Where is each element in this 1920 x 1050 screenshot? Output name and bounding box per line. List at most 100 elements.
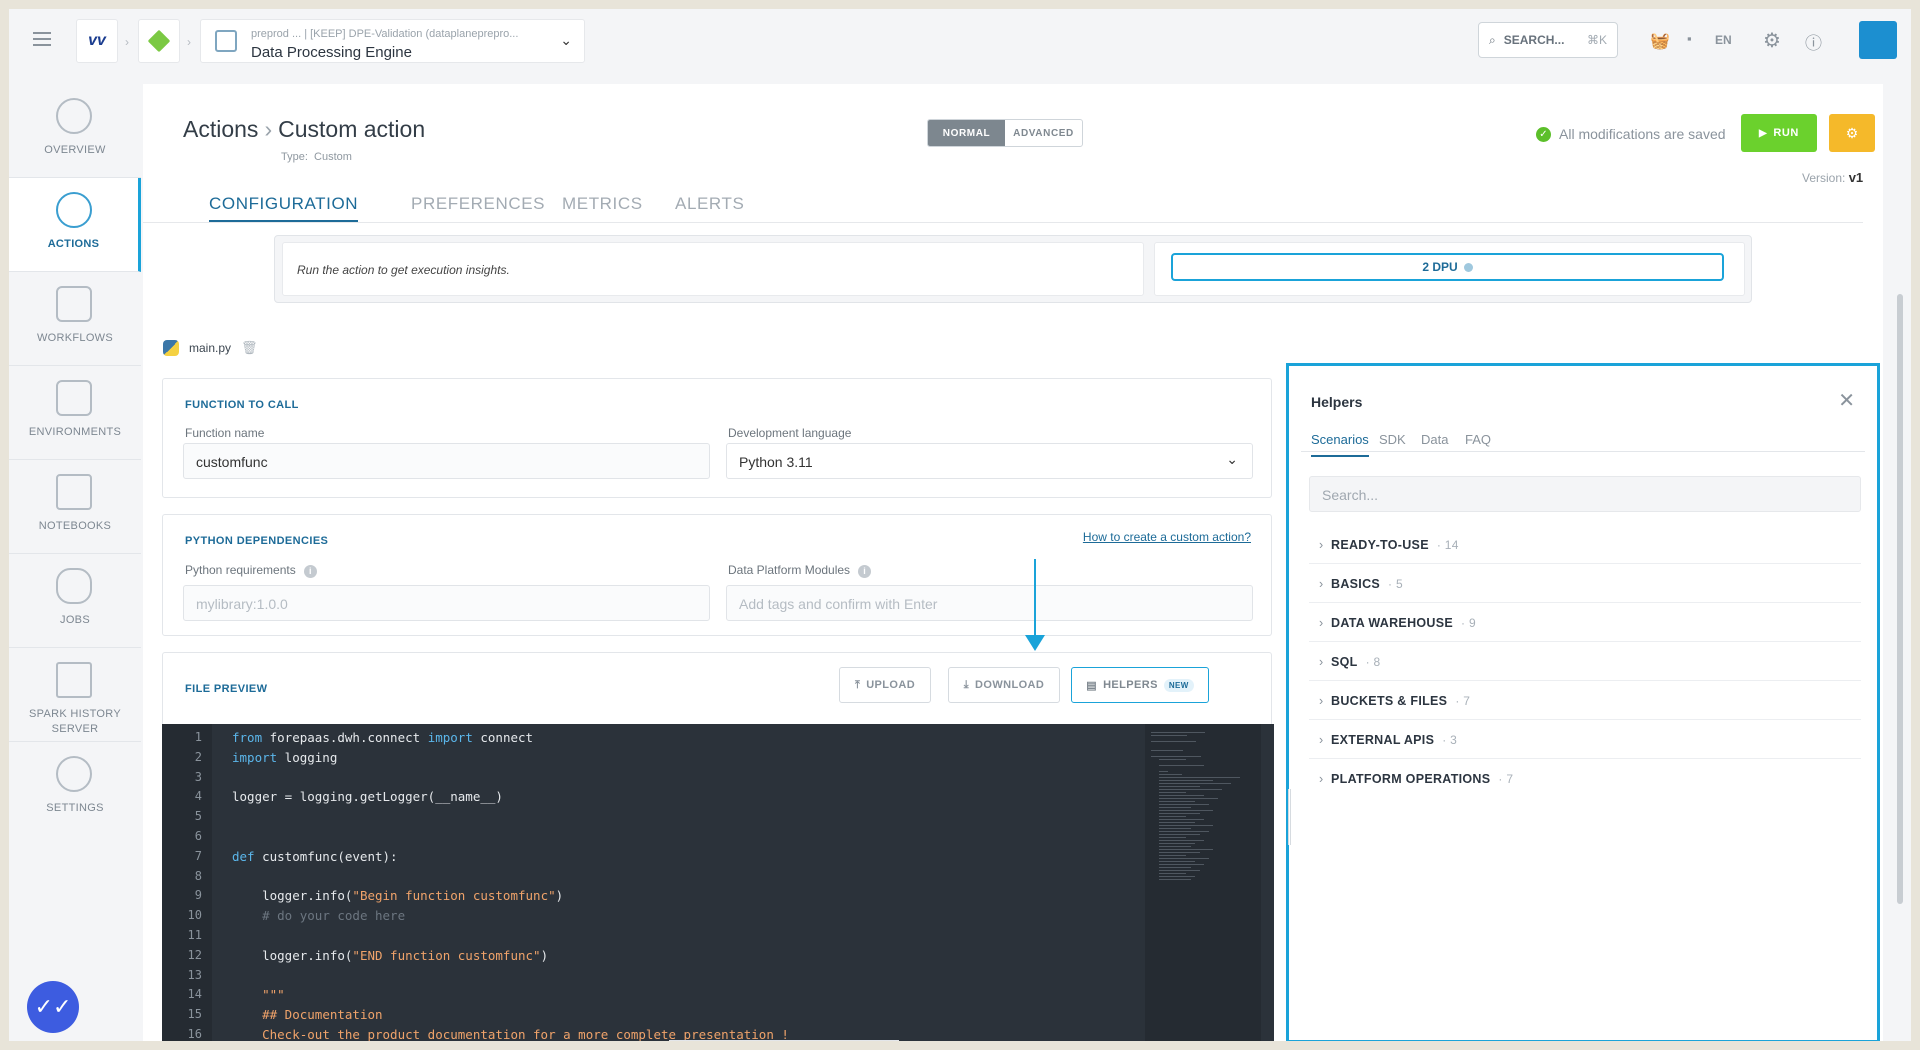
upload-icon: ⤒ (854, 678, 861, 691)
notifications-basket-icon[interactable]: 🧺 (1650, 31, 1670, 51)
minimap-line (1159, 849, 1213, 850)
run-options-button[interactable]: ⚙ (1829, 114, 1875, 152)
search-label: SEARCH... (1503, 33, 1565, 47)
actions-icon (56, 192, 92, 228)
dpu-button[interactable]: 2 DPU (1171, 253, 1724, 281)
code-editor[interactable]: 1 2 3 4 5 6 7 8 9 10 11 12 13 14 15 16 f… (162, 724, 1274, 1041)
annotation-arrow (1034, 559, 1036, 639)
minimap-line (1159, 846, 1191, 847)
trash-icon[interactable]: 🗑 (241, 340, 258, 356)
run-label: RUN (1773, 127, 1799, 139)
language-select[interactable]: Python 3.11 ⌄ (726, 443, 1253, 479)
search-shortcut: ⌘K (1586, 33, 1607, 47)
line-number: 13 (187, 967, 202, 982)
info-icon[interactable]: i (858, 565, 872, 578)
version-info: Version: v1 (1802, 170, 1863, 185)
jobs-icon (56, 568, 92, 604)
tab-configuration[interactable]: CONFIGURATION (209, 194, 359, 222)
download-button[interactable]: ⤓ DOWNLOAD (948, 667, 1060, 703)
tab-metrics[interactable]: METRICS (562, 194, 643, 220)
helpers-button[interactable]: ▤ HELPERS NEW (1071, 667, 1209, 703)
gear-icon[interactable]: ⚙ (1763, 28, 1781, 53)
tab-preferences[interactable]: PREFERENCES (411, 194, 545, 220)
sidebar-item-workflows[interactable]: WORKFLOWS (9, 272, 141, 366)
sidebar-item-notebooks[interactable]: NOTEBOOKS (9, 460, 141, 554)
line-number: 16 (187, 1027, 202, 1041)
avatar[interactable] (1859, 21, 1897, 59)
logo-button[interactable]: vv (76, 19, 118, 63)
sidebar-item-label: WORKFLOWS (36, 332, 114, 344)
line-number: 7 (194, 848, 202, 863)
upload-button[interactable]: ⤒ UPLOAD (839, 667, 931, 703)
language-label: Development language (728, 426, 852, 440)
cube-button[interactable] (138, 19, 180, 63)
run-button[interactable]: ▶ RUN (1741, 114, 1817, 152)
version-value: v1 (1848, 170, 1864, 185)
helpers-category[interactable]: › BASICS · 5 (1309, 565, 1861, 603)
function-name-input[interactable]: customfunc (183, 443, 710, 479)
sidebar-item-jobs[interactable]: JOBS (9, 554, 141, 648)
top-bar: vv › › preprod ... | [KEEP] DPE-Validati… (9, 9, 1911, 75)
helpers-category[interactable]: › SQL · 8 (1309, 643, 1861, 681)
dpu-gear-icon (1463, 262, 1473, 272)
chevron-right-icon: › (1319, 576, 1324, 591)
app-window: vv › › preprod ... | [KEEP] DPE-Validati… (9, 9, 1911, 1041)
mode-normal-button[interactable]: NORMAL (928, 120, 1005, 146)
helpers-category[interactable]: › DATA WAREHOUSE · 9 (1309, 604, 1861, 642)
sidebar-item-label: NOTEBOOKS (38, 520, 112, 532)
helpers-title: Helpers (1311, 394, 1363, 410)
page-scrollbar[interactable] (1897, 294, 1903, 904)
book-icon: ▤ (1086, 679, 1098, 692)
assistant-fab-button[interactable]: ✓✓ (27, 981, 79, 1033)
helpers-tab-sdk[interactable]: SDK (1379, 432, 1406, 447)
help-link[interactable]: How to create a custom action? (1083, 530, 1251, 544)
cube-icon (147, 29, 171, 53)
chat-icon[interactable]: ▪ (1687, 31, 1692, 46)
chevron-right-icon: › (1319, 615, 1324, 630)
tab-alerts[interactable]: ALERTS (675, 194, 744, 220)
sidebar-item-overview[interactable]: OVERVIEW (9, 84, 141, 178)
requirements-input[interactable]: mylibrary:1.0.0 (183, 585, 710, 621)
menu-icon[interactable] (33, 32, 51, 46)
sidebar-item-label: JOBS (60, 614, 90, 626)
helpers-tab-data[interactable]: Data (1421, 432, 1448, 447)
helpers-category[interactable]: › EXTERNAL APIS · 3 (1309, 721, 1861, 759)
breadcrumb-actions-link[interactable]: Actions (183, 116, 258, 142)
helpers-tab-faq[interactable]: FAQ (1465, 432, 1491, 447)
new-badge: NEW (1163, 678, 1194, 692)
minimap-line (1159, 843, 1195, 844)
code-content: from forepaas.dwh.connect import connect… (232, 730, 789, 1041)
function-card: FUNCTION TO CALL Function name customfun… (162, 378, 1272, 498)
helpers-category[interactable]: › BUCKETS & FILES · 7 (1309, 682, 1861, 720)
close-icon[interactable]: ✕ (1838, 388, 1855, 413)
project-selector[interactable]: preprod ... | [KEEP] DPE-Validation (dat… (200, 19, 585, 63)
mode-toggle: NORMAL ADVANCED (927, 119, 1083, 147)
sidebar-item-environments[interactable]: ENVIRONMENTS (9, 366, 141, 460)
code-minimap[interactable] (1145, 724, 1261, 1041)
minimap-line (1159, 771, 1168, 772)
search-button[interactable]: ⌕ SEARCH... ⌘K (1478, 22, 1618, 58)
line-number: 6 (194, 829, 202, 843)
panel-resize-handle[interactable] (1288, 789, 1291, 845)
minimap-line (1159, 852, 1200, 853)
chevron-right-icon: › (1319, 537, 1324, 552)
type-value: Custom (314, 151, 352, 163)
helpers-category[interactable]: › PLATFORM OPERATIONS · 7 (1309, 760, 1861, 798)
info-icon[interactable]: i (303, 565, 317, 578)
mode-advanced-button[interactable]: ADVANCED (1005, 120, 1082, 146)
environments-icon (56, 380, 92, 416)
helpers-panel: Helpers ✕ Scenarios SDK Data FAQ Search.… (1286, 363, 1880, 1041)
sidebar-item-spark-history[interactable]: SPARK HISTORY SERVER (9, 648, 141, 742)
helpers-search-input[interactable]: Search... (1309, 476, 1861, 512)
info-icon[interactable]: ⓘ (1805, 29, 1822, 54)
box-icon (215, 30, 237, 52)
language-selector[interactable]: EN (1715, 33, 1732, 47)
helpers-tab-scenarios[interactable]: Scenarios (1311, 432, 1369, 457)
modules-tags-input[interactable]: Add tags and confirm with Enter (726, 585, 1253, 621)
helpers-category[interactable]: › READY-TO-USE · 14 (1309, 526, 1861, 564)
sidebar-item-settings[interactable]: SETTINGS (9, 742, 141, 836)
file-name[interactable]: main.py (189, 341, 231, 355)
cogs-icon: ⚙ (1845, 124, 1859, 141)
minimap-line (1159, 783, 1231, 784)
sidebar-item-actions[interactable]: ACTIONS (9, 178, 141, 272)
